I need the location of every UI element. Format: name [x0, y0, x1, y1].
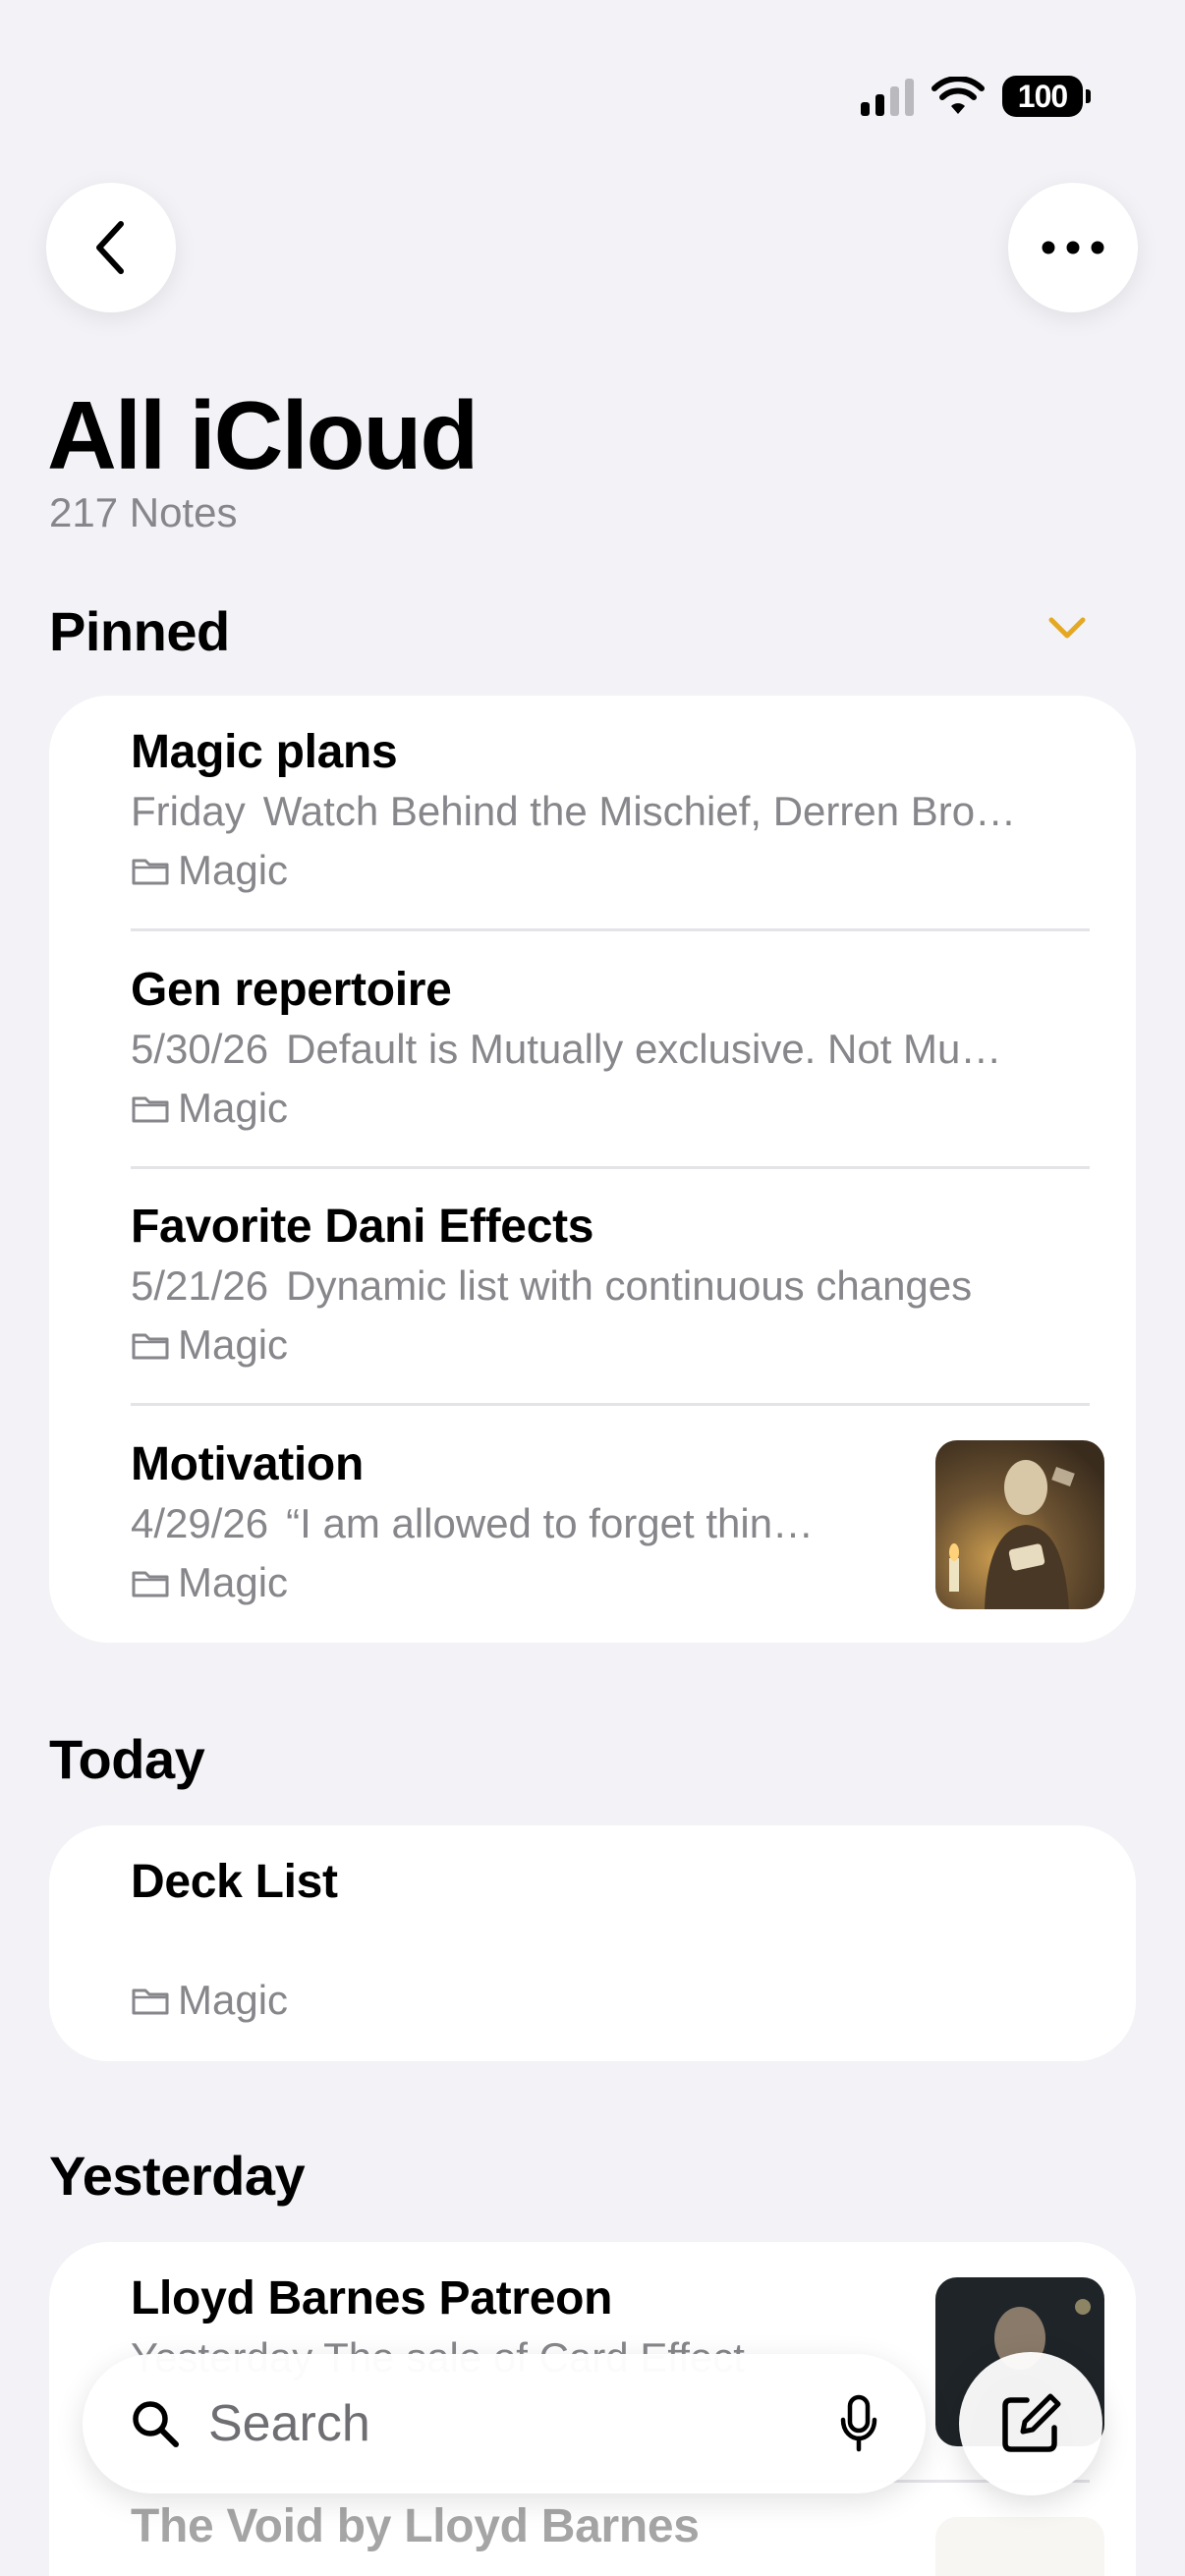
note-folder-name: Magic	[178, 1977, 289, 2023]
more-options-button[interactable]	[1008, 183, 1138, 312]
note-row-motivation[interactable]: Motivation 4/29/26 “I am allowed to forge…	[131, 1437, 920, 1610]
page-title: All iCloud	[47, 381, 479, 489]
note-folder-name: Magic	[178, 1085, 289, 1131]
section-header-yesterday: Yesterday	[49, 2145, 306, 2207]
search-icon	[133, 2401, 179, 2447]
note-date: 5/30/26	[131, 1026, 269, 1072]
compose-button[interactable]	[959, 2352, 1102, 2495]
note-thumbnail-image	[935, 1440, 1104, 1609]
folder-icon	[132, 1988, 169, 2015]
note-folder-name: Magic	[178, 1559, 289, 1605]
back-chevron-icon	[96, 221, 124, 274]
pinned-collapse-toggle[interactable]	[1047, 615, 1087, 645]
divider	[131, 1166, 1090, 1169]
note-row-favorite-dani-effects[interactable]: Favorite Dani Effects 5/21/26 Dynamic lis…	[131, 1200, 1097, 1372]
note-date: Friday	[131, 788, 246, 834]
note-preview: Watch Behind the Mischief, Derren Bro…	[262, 788, 1017, 834]
note-row-the-void[interactable]: The Void by Lloyd Barnes	[131, 2499, 920, 2554]
divider	[131, 1403, 1090, 1406]
note-title: Favorite Dani Effects	[131, 1201, 594, 1253]
note-folder-name: Magic	[178, 1321, 289, 1368]
microphone-icon[interactable]	[839, 2394, 878, 2453]
compose-icon	[1002, 2393, 1061, 2452]
section-header-today: Today	[49, 1728, 205, 1790]
wifi-icon	[931, 77, 985, 114]
note-title: Gen repertoire	[131, 964, 452, 1016]
note-preview: “I am allowed to forget thin…	[286, 1500, 815, 1546]
folder-icon	[132, 1571, 169, 1597]
cellular-signal-icon	[861, 77, 914, 116]
note-preview: Default is Mutually exclusive. Not Mu…	[286, 1026, 1002, 1072]
note-row-gen-repertoire[interactable]: Gen repertoire 5/30/26 Default is Mutuall…	[131, 963, 1097, 1136]
note-title: Magic plans	[131, 726, 398, 778]
note-date: 5/21/26	[131, 1262, 269, 1309]
folder-icon	[132, 1333, 169, 1360]
back-button[interactable]	[46, 183, 176, 312]
today-notes-card: Deck List Magic	[49, 1825, 1136, 2061]
battery-indicator: 100	[1002, 76, 1091, 117]
note-thumbnail-image	[935, 2517, 1104, 2576]
note-folder-name: Magic	[178, 847, 289, 893]
section-header-pinned[interactable]: Pinned	[49, 599, 230, 663]
more-icon	[1042, 241, 1104, 254]
note-row-magic-plans[interactable]: Magic plans Friday Watch Behind the Misch…	[131, 725, 1097, 898]
note-title: The Void by Lloyd Barnes	[131, 2500, 700, 2552]
note-title: Motivation	[131, 1438, 364, 1490]
search-input[interactable]: Search	[208, 2394, 839, 2453]
note-row-deck-list[interactable]: Deck List Magic	[131, 1855, 1097, 2028]
folder-icon	[132, 1096, 169, 1123]
note-title: Deck List	[131, 1856, 338, 1908]
search-bar[interactable]: Search	[83, 2354, 926, 2493]
chevron-down-icon	[1048, 617, 1086, 639]
note-preview: Dynamic list with continuous changes	[286, 1262, 973, 1309]
note-date: 4/29/26	[131, 1500, 269, 1546]
status-bar: 100	[861, 69, 1091, 124]
pinned-notes-card: Magic plans Friday Watch Behind the Misch…	[49, 696, 1136, 1643]
note-title: Lloyd Barnes Patreon	[131, 2272, 613, 2324]
folder-icon	[132, 859, 169, 885]
note-count: 217 Notes	[49, 489, 238, 535]
divider	[131, 928, 1090, 931]
